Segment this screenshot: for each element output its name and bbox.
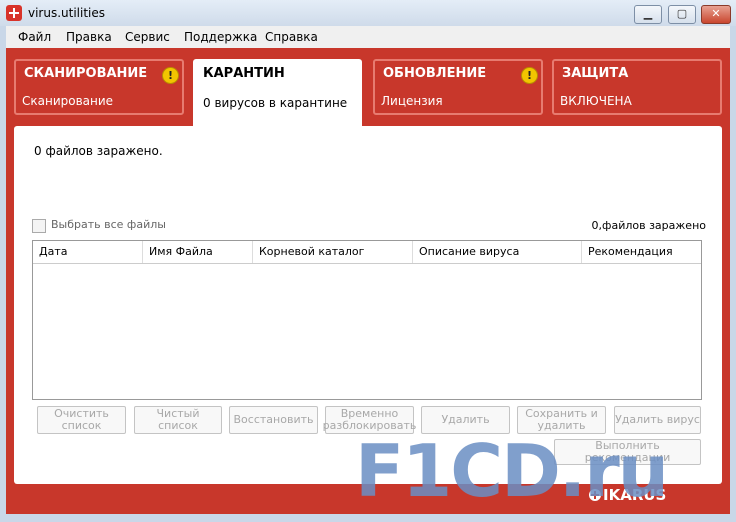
menu-service[interactable]: Сервис bbox=[125, 30, 170, 44]
tab-scan-title: СКАНИРОВАНИЕ bbox=[24, 66, 148, 81]
infected-count: 0,файлов заражено bbox=[591, 219, 706, 232]
tab-update-subtitle: Лицензия bbox=[381, 94, 443, 108]
clean-list-button[interactable]: Чистый список bbox=[134, 406, 222, 434]
tab-update-title: ОБНОВЛЕНИЕ bbox=[383, 66, 487, 81]
menu-edit[interactable]: Правка bbox=[66, 30, 112, 44]
menu-help[interactable]: Справка bbox=[265, 30, 318, 44]
select-all-label: Выбрать все файлы bbox=[51, 218, 166, 231]
watermark: F1CD.ru bbox=[355, 429, 669, 513]
infected-status: 0 файлов заражено. bbox=[34, 144, 163, 158]
warning-icon: ! bbox=[162, 67, 179, 84]
table-header: Дата Имя Файла Корневой каталог Описание… bbox=[33, 241, 701, 264]
select-all-checkbox[interactable] bbox=[32, 219, 46, 233]
maximize-button[interactable]: ▢ bbox=[668, 5, 696, 24]
restore-button[interactable]: Восстановить bbox=[229, 406, 318, 434]
column-root-dir[interactable]: Корневой каталог bbox=[253, 241, 413, 263]
tab-scan-subtitle: Сканирование bbox=[22, 94, 114, 108]
menu-file[interactable]: Файл bbox=[18, 30, 51, 44]
tab-protection-title: ЗАЩИТА bbox=[562, 66, 629, 81]
column-filename[interactable]: Имя Файла bbox=[143, 241, 253, 263]
tab-protection-subtitle: ВКЛЮЧЕНА bbox=[560, 94, 632, 108]
minimize-button[interactable]: ▁ bbox=[634, 5, 662, 24]
clear-list-button[interactable]: Очистить список bbox=[37, 406, 126, 434]
column-date[interactable]: Дата bbox=[33, 241, 143, 263]
title-bar[interactable]: virus.utilities ▁ ▢ ✕ bbox=[0, 0, 736, 26]
app-window: virus.utilities ▁ ▢ ✕ Файл Правка Сервис… bbox=[0, 0, 736, 522]
column-recommendation[interactable]: Рекомендация bbox=[582, 241, 701, 263]
tab-quarantine-title: КАРАНТИН bbox=[203, 66, 285, 81]
window-title: virus.utilities bbox=[28, 6, 106, 20]
app-icon bbox=[6, 5, 22, 21]
warning-icon: ! bbox=[521, 67, 538, 84]
menu-support[interactable]: Поддержка bbox=[184, 30, 257, 44]
tab-protection[interactable]: ЗАЩИТА ВКЛЮЧЕНА bbox=[552, 59, 722, 115]
close-button[interactable]: ✕ bbox=[701, 5, 731, 24]
tab-quarantine[interactable]: КАРАНТИН 0 вирусов в карантине bbox=[193, 59, 362, 129]
column-virus-desc[interactable]: Описание вируса bbox=[413, 241, 582, 263]
tab-update[interactable]: ОБНОВЛЕНИЕ ! Лицензия bbox=[373, 59, 543, 115]
menu-bar: Файл Правка Сервис Поддержка Справка bbox=[6, 26, 730, 48]
tab-scan[interactable]: СКАНИРОВАНИЕ ! Сканирование bbox=[14, 59, 184, 115]
quarantine-table[interactable]: Дата Имя Файла Корневой каталог Описание… bbox=[32, 240, 702, 400]
tab-quarantine-subtitle: 0 вирусов в карантине bbox=[203, 96, 348, 110]
